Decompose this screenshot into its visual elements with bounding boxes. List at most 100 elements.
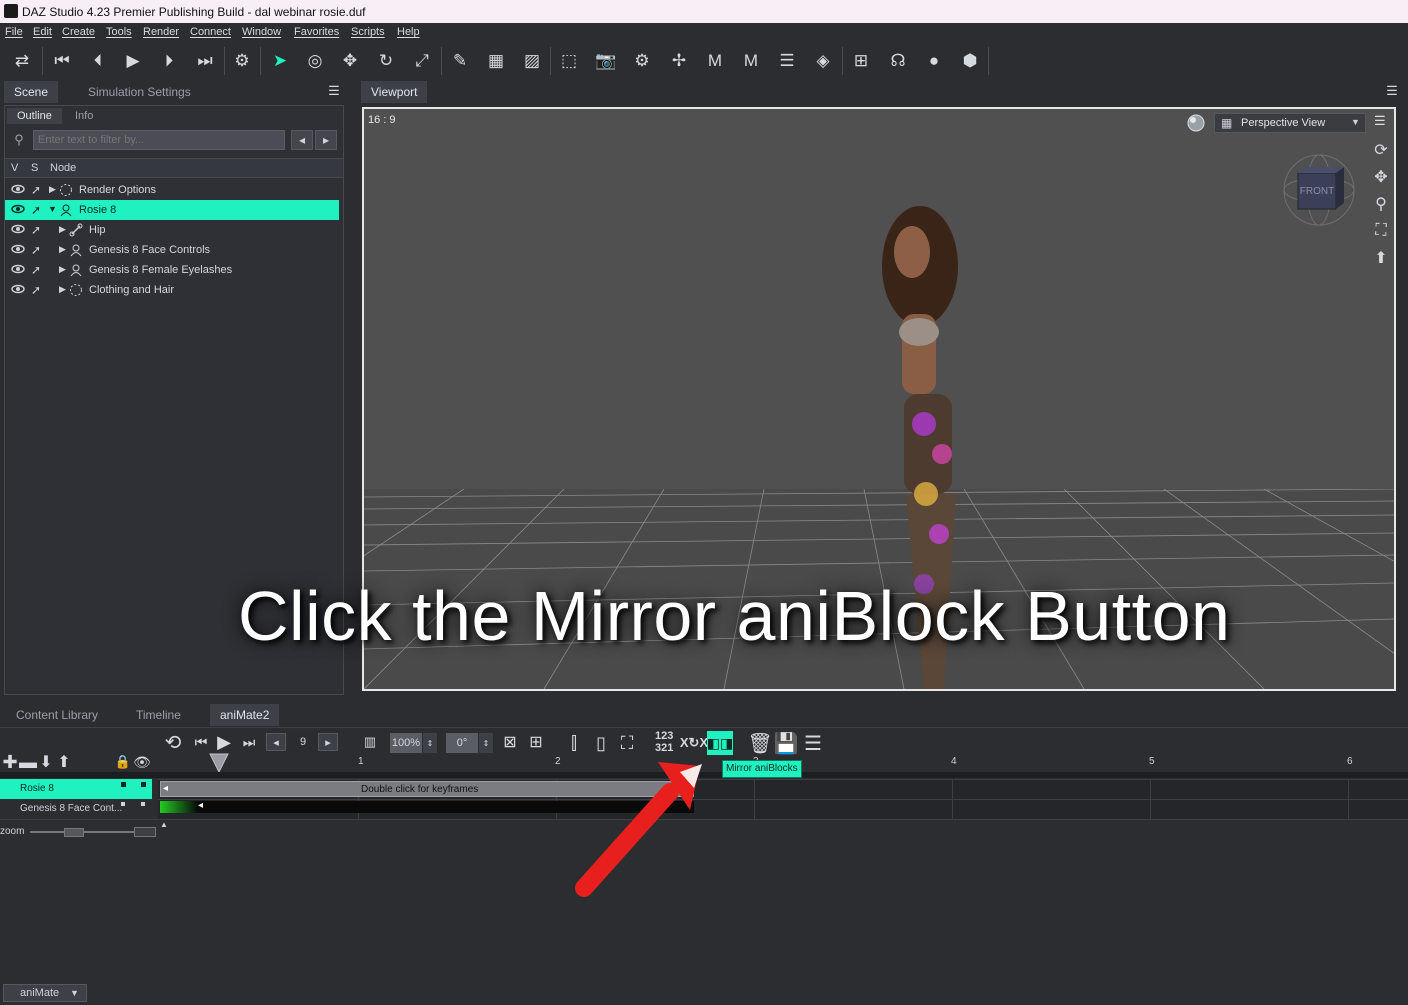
lock-icon[interactable]: 🔒 <box>115 752 131 772</box>
zoom-spinner[interactable]: ⇕ <box>423 733 437 753</box>
scene-node-rosie-8[interactable]: ➚ ▼ Rosie 8 <box>5 200 339 220</box>
tab-animate2[interactable]: aniMate2 <box>210 704 280 726</box>
orbit-icon[interactable]: ⟳ <box>1370 139 1392 161</box>
camera-settings-icon[interactable]: ⚙ <box>630 49 654 73</box>
eye-icon[interactable] <box>11 184 25 194</box>
tab-scene[interactable]: Scene <box>4 81 59 103</box>
expand-arrow-icon[interactable]: ▶ <box>59 224 66 235</box>
view-cube[interactable]: FRONT <box>1282 153 1356 227</box>
eye-icon[interactable] <box>11 244 25 254</box>
scene-node-eyelashes[interactable]: ➚ ▶ Genesis 8 Female Eyelashes <box>5 260 339 280</box>
snap-icon[interactable]: ▥ <box>356 731 384 753</box>
scene-node-clothing-and-hair[interactable]: ➚ ▶ Clothing and Hair <box>5 280 339 300</box>
menu-window[interactable]: Window <box>242 26 281 38</box>
camera-icon[interactable]: 📷 <box>594 49 618 73</box>
pane-options-icon[interactable]: ☰ <box>326 83 342 99</box>
zoom-slider-end[interactable] <box>134 827 156 837</box>
skip-start-icon[interactable]: ⏮ <box>192 729 210 755</box>
scale-tool-icon[interactable]: ⤢ <box>410 49 434 73</box>
scene-node-render-options[interactable]: ➚ ▶ Render Options <box>5 180 339 200</box>
expand-arrow-icon[interactable]: ▶ <box>59 244 66 255</box>
view-select[interactable]: ▦ Perspective View ▼ <box>1214 113 1366 133</box>
draw-style-icon[interactable] <box>1186 113 1208 135</box>
scroll-up-icon[interactable]: ▲ <box>160 820 168 829</box>
scene-node-hip[interactable]: ➚ ▶ Hip <box>5 220 339 240</box>
menu-create[interactable]: Create <box>62 26 95 38</box>
figure-icon[interactable]: ✢ <box>667 49 691 73</box>
angle-spinner[interactable]: ⇕ <box>479 733 493 753</box>
menu-file[interactable]: File <box>5 26 23 38</box>
selectable-icon[interactable]: ➚ <box>31 223 41 237</box>
expand-arrow-icon[interactable]: ▶ <box>59 264 66 275</box>
tab-timeline[interactable]: Timeline <box>126 704 191 726</box>
selectable-icon[interactable]: ➚ <box>31 263 41 277</box>
spot-render-icon[interactable]: ⬚ <box>557 49 581 73</box>
tab-info[interactable]: Info <box>65 108 103 124</box>
morph-icon[interactable]: M <box>703 49 727 73</box>
angle-field[interactable]: 0° <box>446 733 478 753</box>
sphere-icon[interactable]: ● <box>922 49 946 73</box>
eye-icon[interactable] <box>11 284 25 294</box>
reset-view-icon[interactable]: ⬆ <box>1370 247 1392 269</box>
cycle-icon[interactable]: ⇄ <box>10 49 34 73</box>
not-selectable-icon[interactable]: ➚ <box>31 243 41 257</box>
eye-icon[interactable] <box>11 224 25 234</box>
zoom-percent-field[interactable]: 100% <box>390 733 422 753</box>
surface-selection-icon[interactable]: ◈ <box>811 49 835 73</box>
rotate-tool-icon[interactable]: ↻ <box>374 49 398 73</box>
selectable-icon[interactable]: ➚ <box>31 283 41 297</box>
menu-help[interactable]: Help <box>397 26 420 38</box>
viewport-menu-icon[interactable]: ☰ <box>1374 113 1390 129</box>
tab-outline[interactable]: Outline <box>7 108 62 124</box>
expand-blocks-icon[interactable]: ⊞ <box>524 731 548 753</box>
scene-node-face-controls[interactable]: ➚ ▶ Genesis 8 Face Controls <box>5 240 339 260</box>
zoom-slider-handle[interactable] <box>64 828 84 837</box>
mirror-aniblocks-button[interactable]: ◧◨ <box>707 731 733 755</box>
tab-content-library[interactable]: Content Library <box>6 704 108 726</box>
add-node-icon[interactable]: ⊞ <box>849 49 873 73</box>
tooth-icon[interactable]: ☊ <box>886 49 910 73</box>
add-track-icon[interactable]: ✚ <box>2 752 18 772</box>
geometry-editor-icon[interactable]: ▦ <box>484 49 508 73</box>
col-visible[interactable]: V <box>11 162 18 174</box>
save-icon[interactable]: 💾 <box>773 730 799 756</box>
trash-icon[interactable]: 🗑 <box>747 730 772 756</box>
menu-tools[interactable]: Tools <box>106 26 132 38</box>
eye-icon[interactable] <box>11 264 25 274</box>
eye-icon[interactable] <box>11 204 25 214</box>
step-back-icon[interactable]: ⏴ <box>86 49 110 73</box>
zoom-icon[interactable]: ⚲ <box>1370 193 1392 215</box>
render-settings-icon[interactable]: ⚙ <box>230 49 254 73</box>
align-left-icon[interactable]: ☰ <box>801 730 825 756</box>
menu-edit[interactable]: Edit <box>33 26 52 38</box>
translate-tool-icon[interactable]: ✥ <box>338 49 362 73</box>
skip-start-icon[interactable]: ⏮ <box>50 49 74 73</box>
pane-select[interactable]: aniMate ▼ <box>3 984 87 1002</box>
pane-options-icon[interactable]: ☰ <box>1383 83 1401 99</box>
move-down-icon[interactable]: ⬇ <box>38 752 54 772</box>
menu-favorites[interactable]: Favorites <box>294 26 339 38</box>
frame-field[interactable]: 9 <box>288 733 318 751</box>
align-icon[interactable]: ☰ <box>775 49 799 73</box>
menu-scripts[interactable]: Scripts <box>351 26 385 38</box>
col-node[interactable]: Node <box>50 162 76 174</box>
frame-increment-button[interactable]: ▸ <box>318 733 338 751</box>
loop-icon[interactable]: ⟲ <box>160 729 186 755</box>
selectable-icon[interactable]: ➚ <box>31 203 41 217</box>
visibility-icon[interactable]: 👁 <box>133 752 151 772</box>
frame-icon[interactable]: ⛶ <box>1370 220 1392 242</box>
col-selectable[interactable]: S <box>31 162 38 174</box>
collapse-blocks-icon[interactable]: ⊠ <box>498 731 522 753</box>
morph-loader-icon[interactable]: M <box>739 49 763 73</box>
expand-arrow-icon[interactable]: ▶ <box>49 184 56 195</box>
skip-end-icon[interactable]: ⏭ <box>240 729 258 755</box>
filter-prev-button[interactable]: ◂ <box>291 130 313 150</box>
move-up-icon[interactable]: ⬆ <box>56 752 72 772</box>
collapse-arrow-icon[interactable]: ▼ <box>48 204 57 214</box>
pan-icon[interactable]: ✥ <box>1370 166 1392 188</box>
selectable-icon[interactable]: ➚ <box>31 183 41 197</box>
track-face-controls[interactable]: Genesis 8 Face Cont... <box>0 799 152 819</box>
menu-render[interactable]: Render <box>143 26 179 38</box>
filter-input[interactable] <box>33 130 285 150</box>
weight-map-brush-icon[interactable]: ▨ <box>520 49 544 73</box>
